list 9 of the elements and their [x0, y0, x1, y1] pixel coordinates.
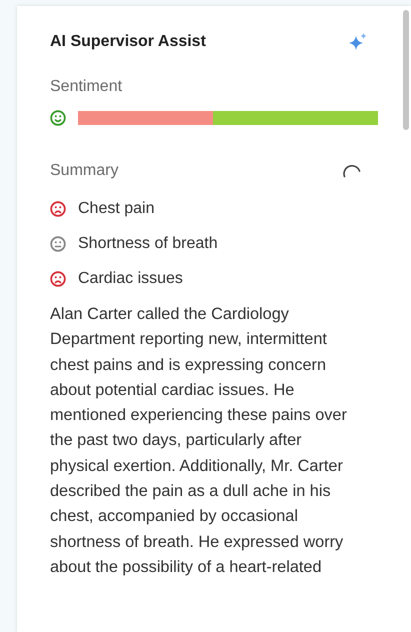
- topic-label: Chest pain: [78, 200, 154, 218]
- summary-paragraph: Alan Carter called the Cardiology Department reporting new, intermittent chest pains and is expressing concern about potential cardiac issues. He mentioned experiencing these pains over the past two days, particularly after physical exertion. Additionally, Mr. Carter described the pain as a dull ache in his chest, accompanied by occasional shortness of breath. He expressed worry about the possibility of a heart-related: [50, 304, 348, 578]
- scrollbar[interactable]: [403, 10, 409, 130]
- section-label: Summary: [50, 162, 118, 180]
- topic-label: Shortness of breath: [78, 235, 218, 253]
- topic-label: Cardiac issues: [78, 270, 183, 288]
- panel-title: AI Supervisor Assist: [50, 33, 206, 51]
- section-label: Sentiment: [50, 78, 124, 96]
- sparkle-icon[interactable]: [348, 32, 368, 52]
